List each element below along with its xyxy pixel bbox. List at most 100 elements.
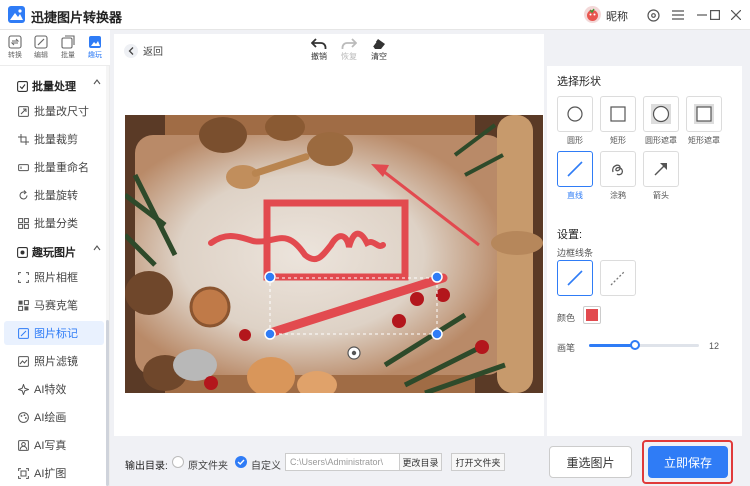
mosaic-icon [18, 299, 29, 311]
user-avatar[interactable] [584, 6, 601, 23]
brush-size-value: 12 [709, 341, 720, 351]
shape-circle-button[interactable] [557, 96, 593, 132]
line-style-solid-button[interactable] [557, 260, 593, 296]
rail-convert-label: 转换 [8, 52, 22, 59]
sidebar-item-label: 批量重命名 [34, 162, 89, 174]
title-bar: 迅捷图片转换器 昵称 [0, 0, 750, 30]
mark-icon [18, 327, 29, 339]
reselect-image-button[interactable]: 重选图片 [549, 446, 632, 478]
color-picker[interactable] [583, 306, 601, 324]
radio-custom-folder[interactable] [235, 456, 247, 468]
redo-button[interactable]: 恢复 [336, 38, 362, 62]
sidebar: 批量处理 批量改尺寸 批量裁剪 批量重命名 批量旋转 批量分类 趣玩图片 照片相… [0, 66, 110, 486]
eraser-icon [372, 39, 385, 49]
ai-effects-icon [18, 383, 29, 395]
sidebar-item-label: 照片滤镜 [34, 356, 78, 368]
solid-line-icon [567, 270, 583, 286]
output-path-field[interactable] [285, 453, 399, 471]
shape-doodle-button[interactable] [600, 151, 636, 187]
back-arrow-icon [124, 43, 138, 58]
shape-line-button[interactable] [557, 151, 593, 187]
rail-convert[interactable]: 转换 [3, 35, 27, 63]
app-logo-icon [8, 6, 25, 23]
rail-fun-label: 趣玩 [88, 52, 102, 59]
sidebar-item-photo-filter[interactable]: 照片滤镜 [4, 349, 104, 373]
shape-rect-mask-button[interactable] [686, 96, 722, 132]
rail-fun[interactable]: 趣玩 [83, 35, 107, 63]
circle-mask-icon [651, 104, 671, 124]
clear-label: 清空 [371, 52, 387, 61]
user-nickname[interactable]: 昵称 [606, 8, 628, 24]
shape-rect-mask-label: 矩形遮罩 [688, 136, 720, 145]
open-folder-button[interactable]: 打开文件夹 [451, 453, 505, 471]
color-label: 颜色 [557, 313, 576, 323]
shape-rect-button[interactable] [600, 96, 636, 132]
color-swatch-fill [586, 309, 598, 321]
filter-icon [18, 355, 29, 367]
radio-custom-label[interactable]: 自定义 [251, 457, 281, 472]
line-icon [567, 161, 583, 177]
back-label: 返回 [143, 47, 163, 58]
save-now-button[interactable]: 立即保存 [648, 446, 728, 478]
settings-icon[interactable] [643, 5, 663, 25]
sidebar-item-image-mark[interactable]: 图片标记 [4, 321, 104, 345]
redo-icon [341, 38, 357, 49]
circle-icon [567, 106, 583, 122]
section-batch-label: 批量处理 [32, 81, 76, 93]
back-button[interactable]: 返回 [124, 43, 163, 58]
brush-size-slider[interactable] [589, 344, 699, 347]
output-dir-label: 输出目录: [125, 461, 168, 472]
shape-panel: 选择形状 圆形 矩形 圆形遮罩 矩形遮罩 直线 涂鸦 箭头 设置: 边框线条 颜… [547, 66, 742, 436]
crop-icon [18, 133, 29, 145]
sidebar-item-label: 批量旋转 [34, 190, 78, 202]
maximize-icon[interactable] [705, 5, 725, 25]
sidebar-item-crop[interactable]: 批量裁剪 [4, 127, 104, 151]
dashed-line-icon [610, 270, 626, 286]
check-icon [237, 459, 245, 465]
frame-icon [18, 271, 29, 283]
sidebar-item-rename[interactable]: 批量重命名 [4, 155, 104, 179]
image-canvas[interactable] [125, 115, 543, 393]
editor-panel: 返回 撤销 恢复 清空 [114, 34, 544, 436]
sidebar-item-label: 批量改尺寸 [34, 106, 89, 118]
slider-handle[interactable] [630, 340, 640, 350]
menu-icon[interactable] [668, 5, 688, 25]
fun-icon [89, 36, 101, 48]
sidebar-item-ai-painting[interactable]: AI绘画 [4, 405, 104, 429]
sidebar-item-ai-portrait[interactable]: AI写真 [4, 433, 104, 457]
line-style-dashed-button[interactable] [600, 260, 636, 296]
section-fun-header[interactable]: 趣玩图片 [17, 244, 101, 260]
undo-button[interactable]: 撤销 [306, 38, 332, 62]
batch-section-icon [17, 80, 28, 92]
sidebar-item-photo-frame[interactable]: 照片相框 [4, 265, 104, 289]
sidebar-item-mosaic-pen[interactable]: 马赛克笔 [4, 293, 104, 317]
sidebar-item-label: AI扩图 [34, 468, 67, 480]
shape-circle-mask-button[interactable] [643, 96, 679, 132]
section-batch-header[interactable]: 批量处理 [17, 78, 101, 94]
sidebar-item-classify[interactable]: 批量分类 [4, 211, 104, 235]
sidebar-scrollbar-thumb[interactable] [106, 320, 109, 486]
arrow-icon [654, 163, 667, 176]
rotate-icon [19, 189, 28, 199]
redo-label: 恢复 [341, 52, 357, 61]
sidebar-item-label: AI特效 [34, 384, 67, 396]
close-icon[interactable] [726, 5, 746, 25]
sidebar-item-rotate[interactable]: 批量旋转 [4, 183, 104, 207]
rail-edit[interactable]: 编辑 [29, 35, 53, 63]
sidebar-item-label: 照片相框 [34, 272, 78, 284]
portrait-icon [18, 439, 29, 451]
change-dir-button[interactable]: 更改目录 [399, 453, 442, 471]
sidebar-item-label: 批量裁剪 [34, 134, 78, 146]
brush-label: 画笔 [557, 343, 576, 353]
palette-icon [18, 411, 29, 423]
clear-button[interactable]: 清空 [366, 38, 392, 62]
sidebar-item-ai-expand[interactable]: AI扩图 [4, 461, 104, 485]
radio-original-folder[interactable] [172, 456, 184, 468]
settings-title: 设置: [557, 229, 583, 241]
rail-batch[interactable]: 批量 [56, 35, 80, 63]
sidebar-item-label: 图片标记 [34, 328, 78, 340]
sidebar-item-ai-effects[interactable]: AI特效 [4, 377, 104, 401]
sidebar-item-resize[interactable]: 批量改尺寸 [4, 99, 104, 123]
radio-original-label[interactable]: 原文件夹 [188, 457, 228, 472]
shape-arrow-button[interactable] [643, 151, 679, 187]
